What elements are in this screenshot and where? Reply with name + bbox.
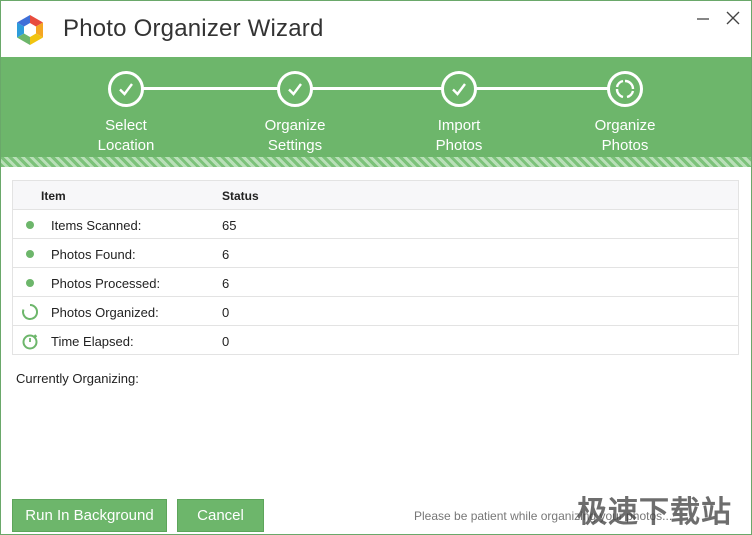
step-circle [441, 71, 477, 107]
currently-organizing-label: Currently Organizing: [16, 371, 139, 386]
row-value: 0 [222, 305, 230, 320]
step-label: Import Photos [399, 116, 519, 156]
step-label-line1: Organize [264, 117, 326, 134]
steps-banner-stripe [1, 157, 751, 167]
column-header-status: Status [222, 189, 259, 203]
step-organize-settings: Organize Settings [235, 71, 355, 156]
step-circle [108, 71, 144, 107]
run-in-background-button[interactable]: Run In Background [12, 499, 167, 532]
spinner-icon [615, 79, 635, 99]
step-select-location: Select Location [66, 71, 186, 156]
close-button[interactable] [721, 7, 745, 29]
status-table: Item Status Items Scanned: 65 Photos Fou… [12, 180, 739, 355]
table-row: Photos Found: 6 [13, 239, 738, 268]
step-import-photos: Import Photos [399, 71, 519, 156]
app-logo-icon [13, 13, 47, 47]
step-label-line2: Photos [601, 137, 649, 154]
table-header: Item Status [13, 181, 738, 210]
row-label: Time Elapsed: [51, 334, 134, 349]
step-label-line2: Photos [435, 137, 483, 154]
table-row: Items Scanned: 65 [13, 210, 738, 239]
step-label-line1: Import [437, 117, 481, 134]
row-value: 0 [222, 334, 230, 349]
step-label-line1: Organize [594, 117, 656, 134]
step-organize-photos: Organize Photos [565, 71, 685, 156]
row-label: Photos Processed: [51, 276, 161, 291]
step-label: Organize Photos [565, 116, 685, 156]
row-value: 6 [222, 247, 230, 262]
step-circle [277, 71, 313, 107]
table-row: Photos Processed: 6 [13, 268, 738, 297]
watermark: 极速下载站 [577, 495, 732, 530]
step-label-line2: Settings [267, 137, 323, 154]
dot-icon [21, 216, 39, 234]
cancel-button[interactable]: Cancel [177, 499, 264, 532]
close-icon [726, 11, 740, 25]
column-header-item: Item [41, 189, 66, 203]
row-label: Photos Organized: [51, 305, 159, 320]
minimize-icon [697, 18, 709, 20]
table-row: Photos Organized: 0 [13, 297, 738, 326]
step-circle [607, 71, 643, 107]
title-bar: Photo Organizer Wizard [1, 1, 751, 57]
check-icon [288, 83, 302, 96]
table-row: Time Elapsed: 0 [13, 326, 738, 355]
loading-icon [21, 303, 39, 321]
stopwatch-icon [21, 332, 39, 350]
step-label-line2: Location [97, 137, 155, 154]
check-icon [119, 83, 133, 96]
row-value: 65 [222, 218, 237, 233]
dot-icon [21, 245, 39, 263]
step-label: Organize Settings [235, 116, 355, 156]
window-title: Photo Organizer Wizard [63, 15, 324, 42]
row-value: 6 [222, 276, 230, 291]
step-label-line1: Select [105, 117, 147, 134]
wizard-window: Photo Organizer Wizard Select Location O… [0, 0, 752, 535]
step-label: Select Location [66, 116, 186, 156]
minimize-button[interactable] [691, 7, 715, 29]
row-label: Photos Found: [51, 247, 136, 262]
check-icon [452, 83, 466, 96]
steps-banner: Select Location Organize Settings Import… [1, 57, 751, 167]
dot-icon [21, 274, 39, 292]
steps-connector [123, 87, 623, 90]
row-label: Items Scanned: [51, 218, 142, 233]
